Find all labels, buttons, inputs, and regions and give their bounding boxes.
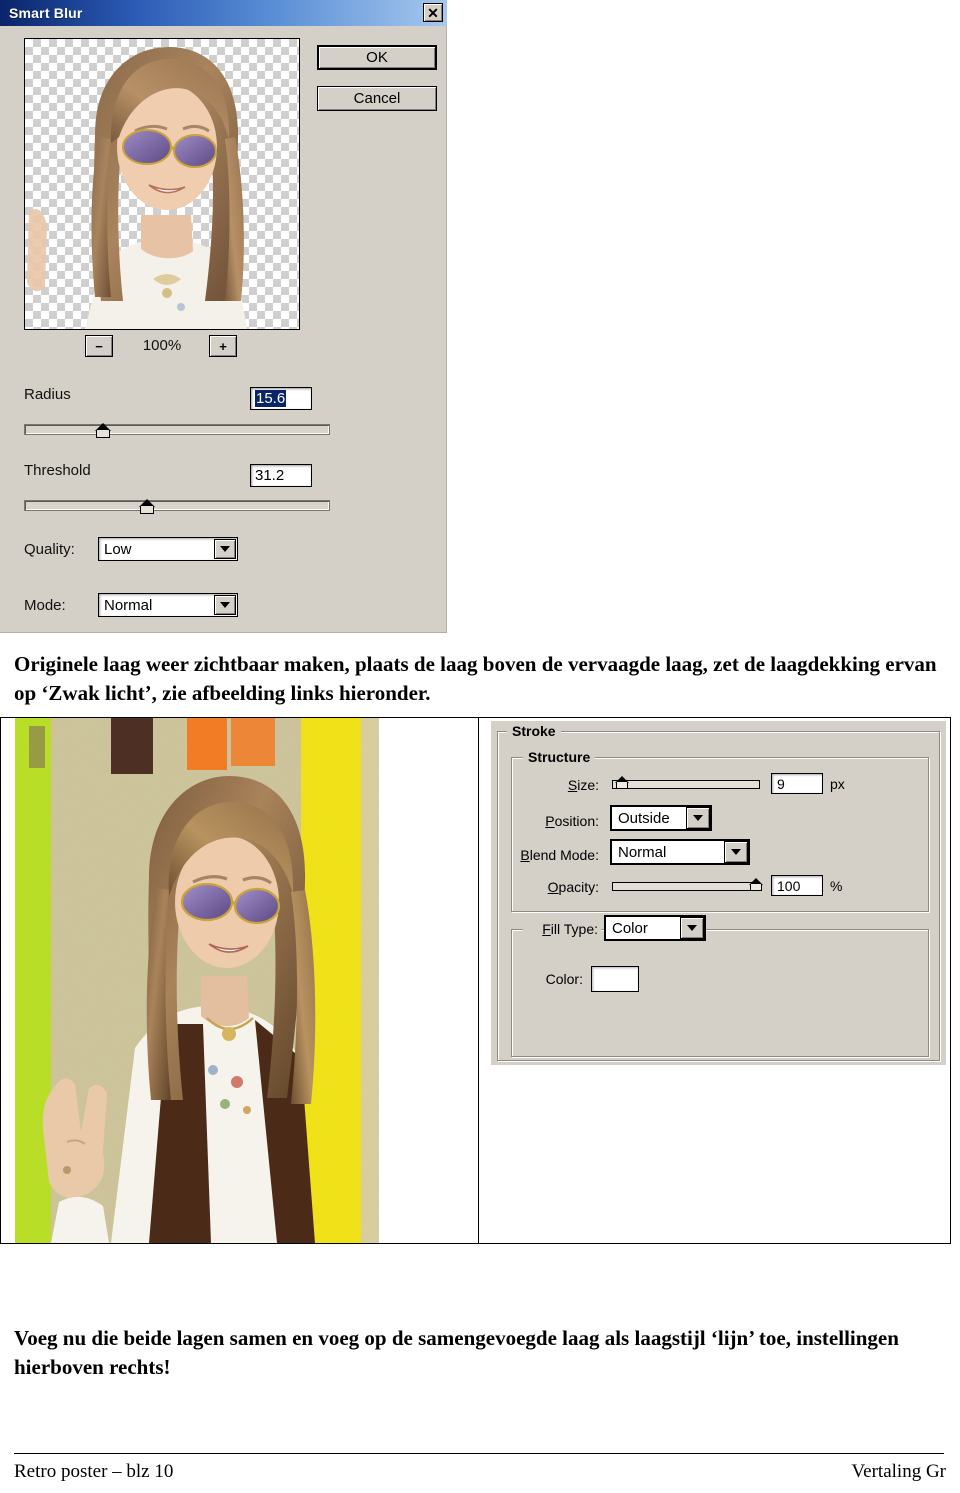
dialog-titlebar: Smart Blur ✕	[0, 0, 447, 26]
radius-value: 15.6	[255, 390, 287, 407]
radius-label: Radius	[24, 386, 71, 403]
size-label: Size:	[567, 777, 599, 793]
quality-label: Quality:	[24, 541, 75, 558]
portrait-preview-image	[27, 47, 247, 329]
footer-left-text: Retro poster – blz 10	[14, 1461, 174, 1482]
opacity-value: 100	[777, 877, 801, 894]
size-input[interactable]: 9	[771, 773, 823, 794]
dialog-title: Smart Blur	[9, 5, 83, 21]
opacity-unit-label: %	[830, 878, 843, 894]
position-label: Position:	[545, 813, 599, 829]
blend-mode-select[interactable]: Normal	[610, 839, 750, 865]
position-select[interactable]: Outside	[610, 805, 712, 831]
radius-input[interactable]: 15.6	[250, 387, 312, 410]
opacity-input[interactable]: 100	[771, 875, 823, 896]
opacity-slider-track[interactable]	[612, 882, 760, 891]
opacity-label: Opacity:	[547, 879, 599, 895]
fill-type-value: Color	[612, 919, 648, 937]
close-icon[interactable]: ✕	[423, 3, 443, 22]
instruction-paragraph-bottom: Voeg nu die beide lagen samen en voeg op…	[14, 1326, 899, 1379]
opacity-slider-thumb[interactable]	[749, 878, 763, 892]
chevron-down-icon[interactable]	[724, 841, 748, 863]
figure-table: Stroke Structure Size: 9 px Position: Ou…	[0, 717, 951, 1244]
size-slider-thumb[interactable]	[615, 776, 629, 790]
blur-preview[interactable]	[24, 38, 300, 330]
size-value: 9	[777, 775, 785, 792]
size-slider-track[interactable]	[612, 780, 760, 789]
chevron-down-icon[interactable]	[214, 595, 236, 615]
figure-cell-right: Stroke Structure Size: 9 px Position: Ou…	[480, 718, 950, 1243]
chevron-down-icon[interactable]	[686, 807, 710, 829]
stroke-layer-style-panel: Stroke Structure Size: 9 px Position: Ou…	[491, 721, 946, 1065]
chevron-down-icon[interactable]	[214, 539, 236, 559]
chevron-down-icon[interactable]	[680, 917, 704, 939]
cancel-button[interactable]: Cancel	[317, 86, 437, 111]
zoom-in-button[interactable]: +	[209, 335, 237, 357]
position-value: Outside	[618, 809, 670, 827]
footer-right-text: Vertaling Gr	[851, 1461, 946, 1482]
threshold-label: Threshold	[24, 462, 91, 479]
mode-value: Normal	[104, 596, 153, 614]
stroke-group-title: Stroke	[507, 723, 561, 739]
footer-divider	[14, 1453, 944, 1454]
blend-mode-value: Normal	[618, 843, 667, 861]
ok-button[interactable]: OK	[317, 45, 437, 70]
blend-mode-label: Blend Mode:	[520, 847, 599, 863]
fill-type-group-box	[511, 929, 929, 1057]
threshold-value: 31.2	[255, 467, 285, 484]
mode-select[interactable]: Normal	[98, 593, 238, 617]
preview-zoom-controls: − 100% +	[24, 335, 298, 361]
instruction-paragraph-top: Originele laag weer zichtbaar maken, pla…	[14, 652, 937, 705]
radius-slider-track[interactable]	[24, 423, 330, 438]
fill-type-label: Fill Type:	[523, 921, 601, 937]
threshold-slider-track[interactable]	[24, 499, 330, 514]
fill-type-select[interactable]: Color	[604, 915, 706, 941]
smart-blur-dialog: Smart Blur ✕ − 100% + Radius 15.6 Thresh…	[0, 0, 447, 633]
zoom-out-button[interactable]: −	[85, 335, 113, 357]
color-swatch[interactable]	[591, 966, 639, 992]
mode-label: Mode:	[24, 597, 66, 614]
figure-cell-left	[1, 718, 479, 1243]
quality-value: Low	[104, 540, 132, 558]
size-unit-label: px	[830, 776, 845, 792]
structure-group-title: Structure	[523, 749, 596, 765]
quality-select[interactable]: Low	[98, 537, 238, 561]
zoom-percent-label: 100%	[142, 337, 182, 354]
threshold-input[interactable]: 31.2	[250, 464, 312, 487]
threshold-slider-thumb[interactable]	[138, 499, 155, 515]
retro-poster-image	[15, 718, 379, 1243]
color-label: Color:	[545, 971, 583, 987]
radius-slider-thumb[interactable]	[95, 423, 112, 439]
